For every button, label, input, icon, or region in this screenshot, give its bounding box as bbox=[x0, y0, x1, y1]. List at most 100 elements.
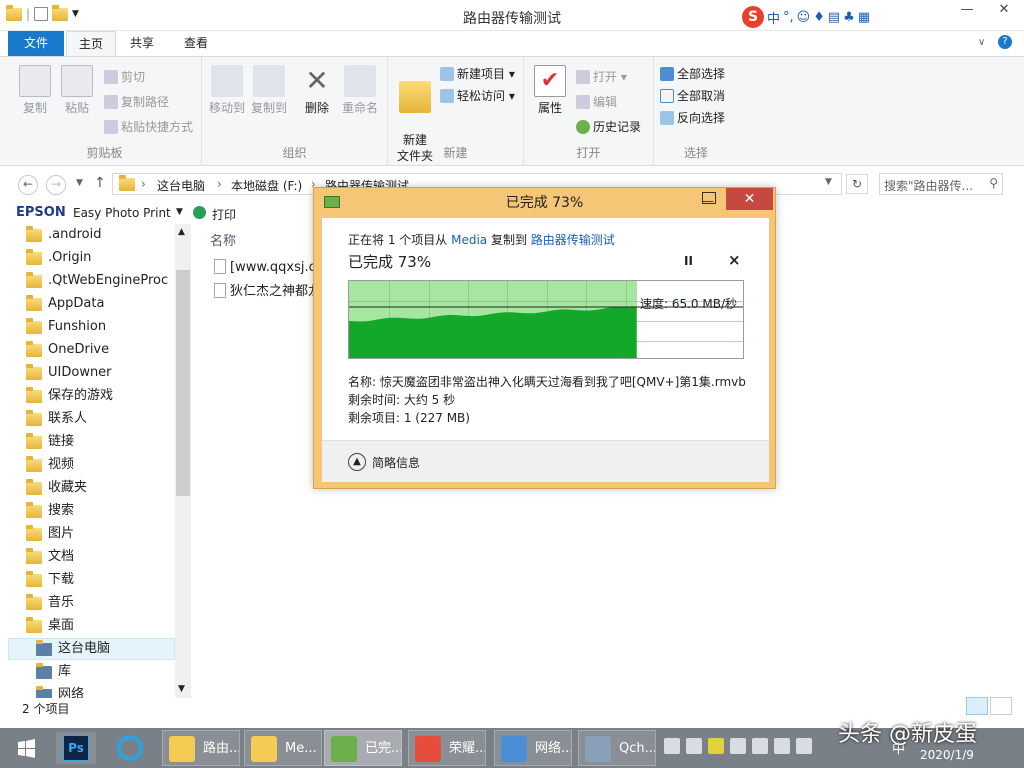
destination-link[interactable]: 路由器传输测试 bbox=[531, 233, 615, 247]
open-button[interactable]: 打开 ▾ bbox=[576, 69, 627, 85]
minimize-button[interactable]: — bbox=[950, 0, 984, 22]
column-header-name[interactable]: 名称 bbox=[210, 230, 236, 249]
nav-item[interactable]: 下载 bbox=[26, 570, 74, 590]
browser-taskbar-button[interactable] bbox=[110, 732, 150, 764]
tray-shield-icon[interactable] bbox=[730, 738, 746, 754]
nav-item[interactable]: 库 bbox=[36, 662, 71, 682]
up-arrow-icon[interactable]: ↑ bbox=[94, 175, 106, 191]
source-link[interactable]: Media bbox=[451, 233, 487, 247]
copy-button[interactable]: 复制 bbox=[14, 65, 56, 116]
move-to-button[interactable]: 移动到 bbox=[206, 65, 248, 116]
nav-item[interactable]: 保存的游戏 bbox=[26, 386, 113, 406]
nav-item[interactable]: .Origin bbox=[26, 248, 91, 268]
ime-punct[interactable]: °, bbox=[783, 10, 794, 25]
easy-access-button[interactable]: 轻松访问 ▾ bbox=[440, 88, 515, 104]
nav-item[interactable]: 搜索 bbox=[26, 501, 74, 521]
breadcrumb-drive[interactable]: 本地磁盘 (F:) bbox=[231, 177, 302, 194]
keyboard-icon[interactable]: ▤ bbox=[828, 10, 840, 25]
nav-item[interactable]: 图片 bbox=[26, 524, 74, 544]
signal-icon[interactable] bbox=[752, 738, 768, 754]
nav-item[interactable]: 这台电脑 bbox=[36, 639, 110, 659]
refresh-icon[interactable]: ↻ bbox=[846, 174, 868, 194]
forward-arrow-icon[interactable]: → bbox=[46, 175, 66, 195]
rename-button[interactable]: 重命名 bbox=[338, 65, 382, 116]
tab-home[interactable]: 主页 bbox=[66, 31, 117, 56]
breadcrumb-sep-icon[interactable]: › bbox=[217, 177, 222, 191]
nav-item[interactable]: AppData bbox=[26, 294, 104, 314]
copy-path-button[interactable]: 复制路径 bbox=[104, 94, 169, 110]
recent-chevron-icon[interactable]: ▼ bbox=[76, 178, 83, 188]
explorer-media-button[interactable]: Me... bbox=[244, 730, 322, 766]
network-button[interactable]: 网络... bbox=[494, 730, 572, 766]
tab-share[interactable]: 共享 bbox=[118, 31, 166, 56]
invert-selection-button[interactable]: 反向选择 bbox=[660, 110, 725, 126]
cancel-button[interactable]: × bbox=[728, 251, 741, 269]
explorer-router-button[interactable]: 路由... bbox=[162, 730, 240, 766]
nav-item[interactable]: .android bbox=[26, 225, 101, 245]
tab-view[interactable]: 查看 bbox=[172, 31, 220, 56]
address-dropdown-icon[interactable]: ▼ bbox=[825, 177, 832, 187]
scroll-up-icon[interactable]: ▲ bbox=[178, 227, 185, 237]
qch-button[interactable]: Qch... bbox=[578, 730, 656, 766]
tray-add-icon[interactable] bbox=[708, 738, 724, 754]
file-row[interactable]: [www.qqxsj.co bbox=[214, 259, 324, 275]
history-button[interactable]: 历史记录 bbox=[576, 119, 641, 135]
network-icon[interactable] bbox=[686, 738, 702, 754]
tray-speaker-icon[interactable] bbox=[774, 738, 790, 754]
copy-progress-button[interactable]: 已完... bbox=[324, 730, 402, 766]
honor-app-button[interactable]: 荣耀... bbox=[408, 730, 486, 766]
ime-mode[interactable]: 中 bbox=[767, 8, 780, 27]
nav-item[interactable]: 联系人 bbox=[26, 409, 87, 429]
file-row[interactable]: 狄仁杰之神都龙 bbox=[214, 280, 321, 299]
search-icon[interactable]: ⚲ bbox=[989, 176, 998, 190]
grid-icon[interactable]: ▦ bbox=[858, 10, 870, 25]
nav-scroll-thumb[interactable] bbox=[176, 270, 190, 496]
nav-item[interactable]: 视频 bbox=[26, 455, 74, 475]
start-button[interactable] bbox=[6, 733, 46, 765]
photoshop-taskbar-button[interactable]: Ps bbox=[56, 732, 96, 764]
help-icon[interactable]: ? bbox=[998, 35, 1012, 49]
details-view-icon[interactable] bbox=[966, 697, 988, 715]
epson-dropdown-icon[interactable]: ▼ bbox=[176, 207, 183, 217]
microphone-icon[interactable]: ♦ bbox=[813, 10, 825, 25]
dialog-maximize-button[interactable] bbox=[702, 192, 716, 204]
nav-item[interactable]: OneDrive bbox=[26, 340, 109, 360]
nav-item[interactable]: .QtWebEngineProc bbox=[26, 271, 168, 291]
ribbon-collapse-icon[interactable]: ∨ bbox=[978, 37, 985, 48]
nav-item[interactable]: 链接 bbox=[26, 432, 74, 452]
nav-item[interactable]: 网络 bbox=[36, 685, 84, 698]
properties-button[interactable]: ✔ 属性 bbox=[530, 65, 570, 116]
select-all-button[interactable]: 全部选择 bbox=[660, 66, 725, 82]
breadcrumb-this-pc[interactable]: 这台电脑 bbox=[157, 177, 205, 194]
tab-file[interactable]: 文件 bbox=[8, 31, 64, 56]
nav-item[interactable]: 音乐 bbox=[26, 593, 74, 613]
shirt-icon[interactable]: ♣ bbox=[843, 10, 855, 25]
cut-button[interactable]: 剪切 bbox=[104, 69, 145, 85]
new-item-button[interactable]: 新建项目 ▾ bbox=[440, 66, 515, 82]
sogou-logo-icon[interactable]: S bbox=[742, 6, 764, 28]
copy-to-button[interactable]: 复制到 bbox=[248, 65, 290, 116]
scroll-down-icon[interactable]: ▼ bbox=[178, 684, 185, 694]
dialog-close-button[interactable]: ✕ bbox=[726, 188, 773, 210]
easy-photo-print-button[interactable]: Easy Photo Print bbox=[73, 206, 171, 220]
tray-app-icon[interactable] bbox=[664, 738, 680, 754]
search-input[interactable]: 搜索"路由器传... ⚲ bbox=[879, 173, 1003, 195]
ime-toolbar[interactable]: S 中 °, ☺ ♦ ▤ ♣ ▦ bbox=[742, 6, 870, 28]
breadcrumb-sep-icon[interactable]: › bbox=[141, 177, 146, 191]
nav-item[interactable]: 收藏夹 bbox=[26, 478, 87, 498]
paste-button[interactable]: 粘贴 bbox=[56, 65, 98, 116]
smiley-icon[interactable]: ☺ bbox=[797, 10, 811, 25]
paste-shortcut-button[interactable]: 粘贴快捷方式 bbox=[104, 119, 193, 135]
volume-icon[interactable] bbox=[796, 738, 812, 754]
pause-button[interactable]: II bbox=[684, 254, 693, 268]
nav-item[interactable]: Funshion bbox=[26, 317, 106, 337]
nav-item[interactable]: 文档 bbox=[26, 547, 74, 567]
nav-item[interactable]: 桌面 bbox=[26, 616, 74, 636]
close-button[interactable]: ✕ bbox=[984, 0, 1024, 22]
large-icons-view-icon[interactable] bbox=[990, 697, 1012, 715]
select-none-button[interactable]: 全部取消 bbox=[660, 88, 725, 104]
nav-item[interactable]: UIDowner bbox=[26, 363, 112, 383]
print-button[interactable]: 打印 bbox=[212, 206, 236, 223]
clock-date[interactable]: 2020/1/9 bbox=[920, 748, 974, 762]
fewer-details-button[interactable]: ▲ 简略信息 bbox=[348, 453, 420, 471]
